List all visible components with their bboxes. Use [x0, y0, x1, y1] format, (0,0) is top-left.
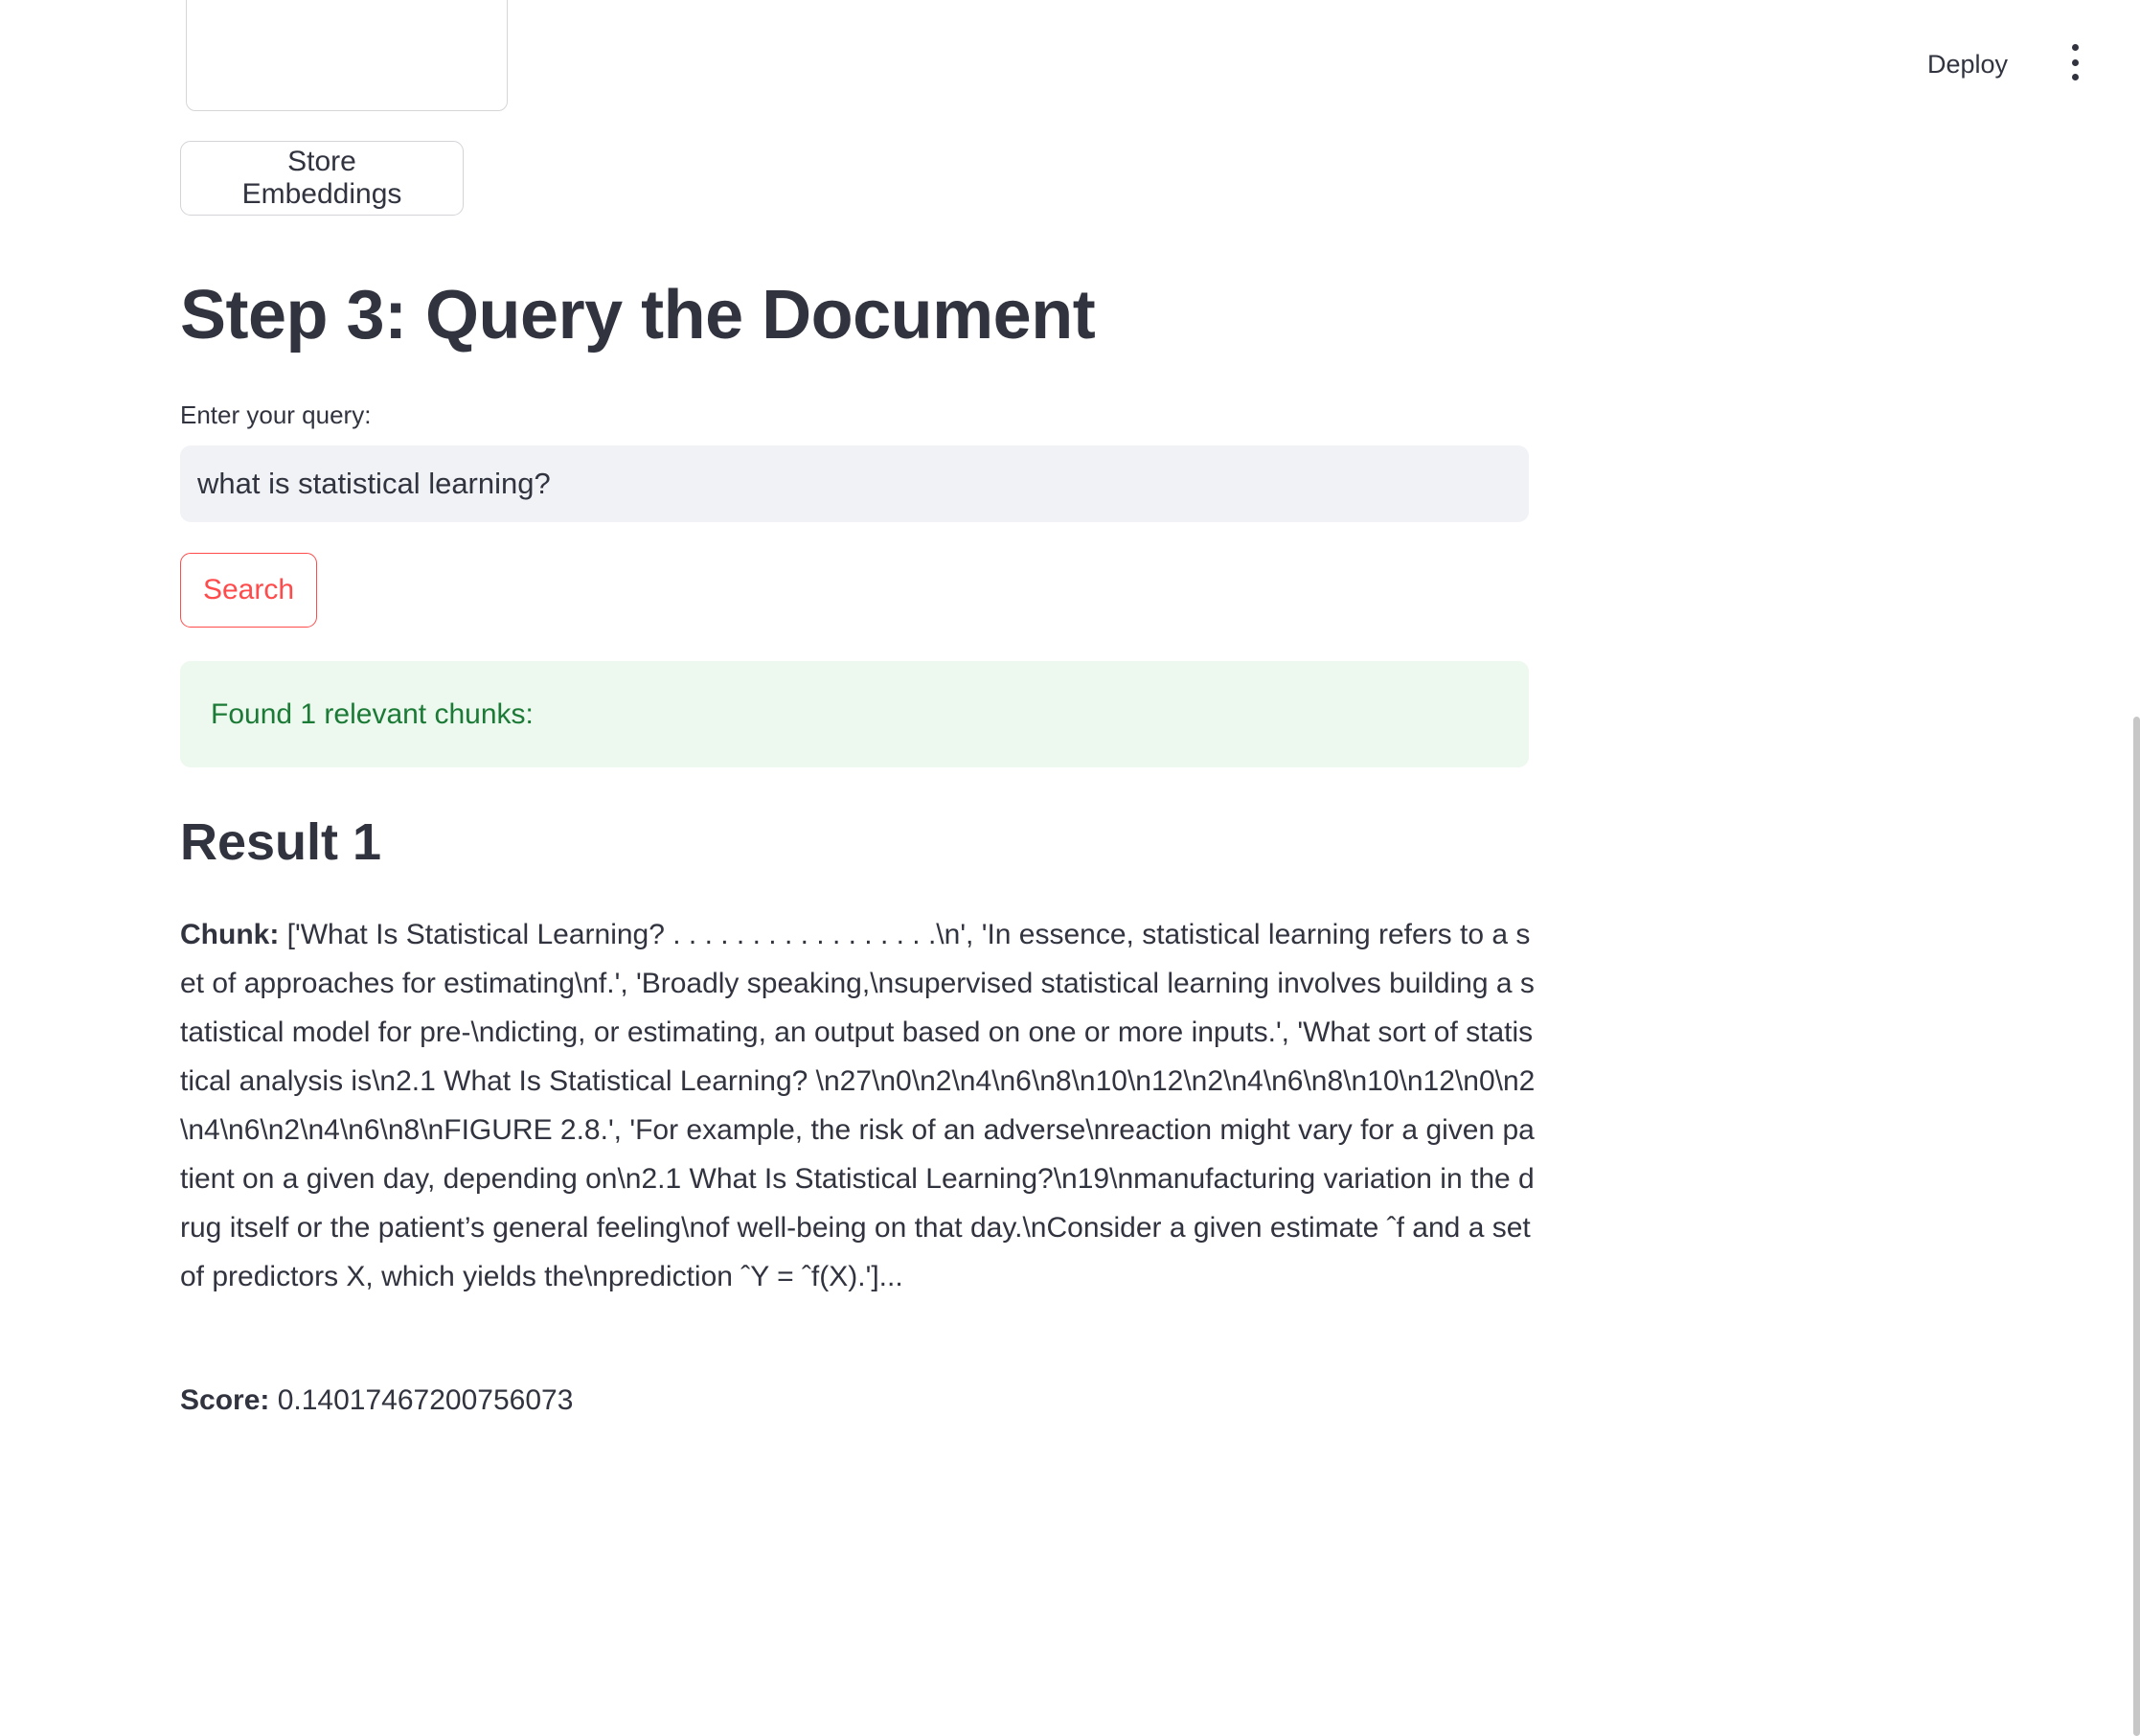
store-embeddings-button[interactable]: Store Embeddings	[180, 141, 464, 216]
score-label: Score:	[180, 1384, 270, 1416]
query-section-title: Step 3: Query the Document	[180, 277, 1096, 354]
previous-button-partial[interactable]	[186, 0, 508, 111]
more-vertical-icon[interactable]	[2060, 44, 2090, 80]
menu-dot	[2071, 44, 2079, 51]
deploy-button[interactable]: Deploy	[1916, 42, 2019, 87]
chunk-label: Chunk:	[180, 919, 280, 950]
search-button[interactable]: Search	[180, 553, 317, 628]
result-chunk: Chunk: ['What Is Statistical Learning? .…	[180, 910, 1540, 1301]
query-input-label: Enter your query:	[180, 400, 372, 429]
result-title: Result 1	[180, 813, 382, 871]
chunk-text: ['What Is Statistical Learning? . . . . …	[180, 919, 1536, 1292]
query-input[interactable]	[180, 445, 1529, 522]
menu-dot	[2071, 74, 2079, 80]
menu-dot	[2071, 58, 2079, 66]
status-message: Found 1 relevant chunks:	[211, 697, 534, 730]
result-score: Score: 0.14017467200756073	[180, 1384, 573, 1417]
page-scrollbar[interactable]	[2133, 717, 2140, 1736]
app-root: Deploy Store Embeddings Step 3: Query th…	[0, 0, 2140, 1736]
score-value: 0.14017467200756073	[277, 1384, 574, 1416]
status-success-alert: Found 1 relevant chunks:	[180, 661, 1529, 767]
